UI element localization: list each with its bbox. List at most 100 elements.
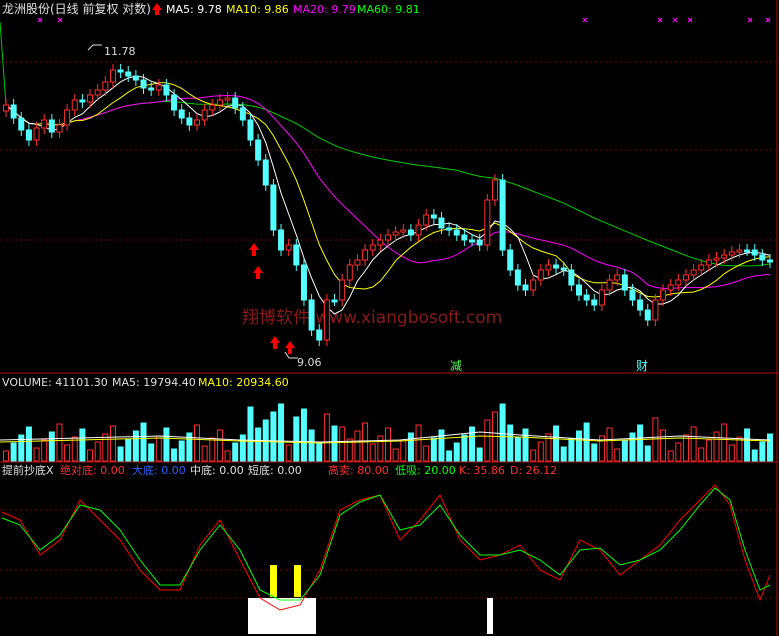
candle-body bbox=[255, 139, 262, 161]
volume-bar bbox=[209, 437, 216, 462]
candle-body bbox=[682, 274, 689, 281]
volume-bar bbox=[239, 434, 246, 462]
volume-bar bbox=[178, 440, 185, 462]
volume-bar bbox=[216, 429, 223, 462]
candle-body bbox=[186, 117, 193, 126]
candle-body bbox=[369, 244, 376, 251]
volume-bar bbox=[767, 433, 773, 462]
volume-bar bbox=[576, 430, 582, 462]
candle-body bbox=[64, 109, 71, 126]
indicator-dixi: 低吸: 20.00 bbox=[395, 464, 456, 477]
volume-bar bbox=[614, 448, 621, 462]
candle-body bbox=[270, 184, 277, 231]
candle-body bbox=[377, 239, 384, 246]
volume-bar bbox=[25, 426, 32, 462]
volume-bar bbox=[232, 442, 239, 462]
volume-bar bbox=[476, 447, 483, 462]
candle-body bbox=[194, 119, 200, 126]
volume-bar bbox=[621, 440, 628, 462]
volume-bar bbox=[660, 429, 667, 462]
candle-body bbox=[751, 249, 758, 256]
candle-body bbox=[461, 234, 468, 241]
candle-body bbox=[767, 259, 773, 263]
candle-body bbox=[48, 119, 55, 133]
volume-bar bbox=[644, 445, 651, 462]
volume-bar bbox=[568, 438, 575, 462]
volume-bar bbox=[354, 430, 361, 462]
volume-bar bbox=[10, 442, 17, 462]
ma20-value: MA20: 9.79 bbox=[293, 3, 356, 16]
candle-body bbox=[453, 229, 460, 236]
volume-bar bbox=[606, 427, 613, 462]
candle-body bbox=[637, 299, 644, 311]
candle-body bbox=[621, 274, 628, 291]
event-marker-cai[interactable]: 财 bbox=[636, 359, 648, 373]
volume-bar bbox=[87, 449, 94, 462]
candle-body bbox=[41, 119, 48, 129]
volume-bar bbox=[469, 426, 476, 462]
candle-body bbox=[33, 127, 40, 141]
candle-body bbox=[278, 229, 285, 251]
volume-bar bbox=[163, 427, 170, 462]
volume-bar bbox=[369, 443, 376, 462]
event-marker-jian[interactable]: 减 bbox=[450, 359, 462, 373]
candle-body bbox=[507, 249, 514, 271]
volume-bar bbox=[560, 446, 567, 462]
volume-bar bbox=[446, 450, 453, 462]
candle-body bbox=[209, 104, 216, 111]
candle-body bbox=[18, 117, 25, 131]
volume-bar bbox=[721, 423, 728, 462]
ma10-value: MA10: 9.86 bbox=[226, 3, 289, 16]
volume-bar bbox=[407, 432, 414, 462]
volume-bar bbox=[171, 448, 178, 462]
volume-bar bbox=[522, 428, 529, 462]
volume-bar bbox=[224, 450, 231, 462]
candle-body bbox=[109, 69, 116, 83]
candle-body bbox=[713, 257, 720, 261]
volume-bar bbox=[499, 403, 506, 462]
candle-body bbox=[178, 109, 185, 119]
candle-body bbox=[690, 269, 697, 276]
volume-bar bbox=[148, 443, 155, 462]
volume-bar bbox=[102, 433, 109, 462]
volume-bar bbox=[94, 441, 101, 462]
candle-body bbox=[132, 75, 139, 81]
candle-body bbox=[606, 279, 613, 291]
candle-body bbox=[300, 264, 307, 301]
yellow-signal bbox=[270, 565, 277, 597]
indicator-k: K: 35.86 bbox=[459, 464, 505, 477]
candle-body bbox=[308, 299, 315, 331]
volume-bar bbox=[637, 424, 644, 462]
volume-value: VOLUME: 41101.30 bbox=[2, 376, 108, 389]
candle-body bbox=[216, 99, 223, 106]
candle-body bbox=[660, 289, 667, 301]
volume-bar bbox=[713, 431, 720, 462]
candle-body bbox=[545, 264, 552, 271]
volume-bar bbox=[514, 436, 521, 462]
candle-body bbox=[583, 294, 590, 301]
volume-bar bbox=[194, 424, 200, 462]
candle-body bbox=[430, 214, 437, 219]
candle-body bbox=[698, 264, 705, 271]
candle-body bbox=[469, 239, 476, 243]
candle-body bbox=[491, 179, 498, 201]
indicator-dadi: 大底: 0.00 bbox=[132, 463, 186, 477]
volume-bar bbox=[56, 423, 63, 462]
candle-body bbox=[362, 249, 369, 261]
volume-bar bbox=[48, 431, 55, 462]
volume-bar bbox=[705, 439, 712, 462]
candle-body bbox=[522, 284, 529, 291]
volume-bar bbox=[698, 447, 705, 462]
volume-bar bbox=[751, 449, 758, 462]
candle-body bbox=[576, 284, 582, 296]
candle-body bbox=[285, 244, 292, 251]
candle-body bbox=[316, 329, 323, 341]
volume-bar bbox=[247, 406, 254, 462]
volume-bar bbox=[591, 443, 598, 462]
indicator-name: 提前抄底X bbox=[2, 463, 54, 477]
candle-body bbox=[652, 299, 659, 321]
volume-bar bbox=[385, 427, 391, 462]
candle-body bbox=[530, 279, 537, 291]
candle-body bbox=[125, 71, 132, 77]
indicator-d: D: 26.12 bbox=[510, 464, 557, 477]
